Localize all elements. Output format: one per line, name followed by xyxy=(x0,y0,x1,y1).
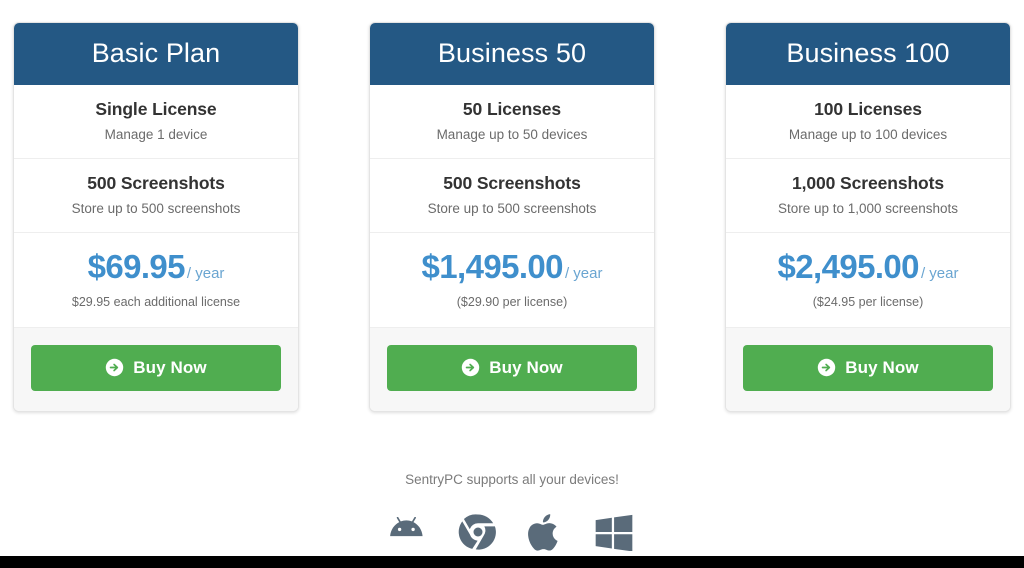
pricing-card-business-50[interactable]: Business 50 50 Licenses Manage up to 50 … xyxy=(369,22,655,412)
plan-footer: Buy Now xyxy=(14,327,298,411)
buy-now-button[interactable]: Buy Now xyxy=(31,344,281,391)
buy-now-button[interactable]: Buy Now xyxy=(387,344,637,391)
licenses-subtitle: Manage up to 100 devices xyxy=(788,126,948,142)
plan-footer: Buy Now xyxy=(726,327,1010,411)
screenshots-subtitle: Store up to 500 screenshots xyxy=(71,200,241,216)
plan-licenses-section: Single License Manage 1 device xyxy=(14,85,298,160)
licenses-subtitle: Manage up to 50 devices xyxy=(436,126,588,142)
price-amount: $69.95 xyxy=(87,248,186,286)
screenshots-subtitle: Store up to 500 screenshots xyxy=(427,200,597,216)
plan-price-section: $2,495.00/ year ($24.95 per license) xyxy=(726,233,1010,328)
plan-price-section: $69.95/ year $29.95 each additional lice… xyxy=(14,233,298,328)
supported-devices-note: SentryPC supports all your devices! xyxy=(405,472,619,487)
pricing-page: Basic Plan Single License Manage 1 devic… xyxy=(0,0,1024,568)
arrow-circle-right-icon xyxy=(817,358,836,377)
chrome-icon xyxy=(455,509,501,555)
android-icon xyxy=(387,509,433,555)
bottom-bar xyxy=(0,556,1024,568)
buy-now-label: Buy Now xyxy=(489,357,563,377)
screenshots-title: 500 Screenshots xyxy=(443,173,581,194)
licenses-subtitle: Manage 1 device xyxy=(104,126,208,142)
screenshots-title: 1,000 Screenshots xyxy=(792,173,944,194)
plan-screenshots-section: 1,000 Screenshots Store up to 1,000 scre… xyxy=(726,159,1010,234)
plan-licenses-section: 100 Licenses Manage up to 100 devices xyxy=(726,85,1010,160)
price-note: $29.95 each additional license xyxy=(71,295,241,310)
plan-title: Basic Plan xyxy=(14,23,298,85)
price-line: $1,495.00/ year xyxy=(378,250,646,283)
price-note: ($24.95 per license) xyxy=(812,295,924,310)
price-line: $2,495.00/ year xyxy=(734,250,1002,283)
price-amount: $1,495.00 xyxy=(421,248,564,286)
screenshots-subtitle: Store up to 1,000 screenshots xyxy=(777,200,959,216)
price-period: / year xyxy=(920,265,959,283)
windows-icon xyxy=(591,509,637,555)
supported-os-icons xyxy=(0,509,1024,555)
licenses-title: 100 Licenses xyxy=(814,99,922,119)
licenses-title: Single License xyxy=(95,99,217,119)
pricing-card-basic-plan[interactable]: Basic Plan Single License Manage 1 devic… xyxy=(13,22,299,412)
buy-now-label: Buy Now xyxy=(845,357,919,377)
price-note: ($29.90 per license) xyxy=(456,295,568,310)
price-amount: $2,495.00 xyxy=(777,248,920,286)
plan-price-section: $1,495.00/ year ($29.90 per license) xyxy=(370,233,654,328)
price-line: $69.95/ year xyxy=(22,250,290,283)
plan-screenshots-section: 500 Screenshots Store up to 500 screensh… xyxy=(14,159,298,234)
plan-title: Business 100 xyxy=(726,23,1010,85)
screenshots-title: 500 Screenshots xyxy=(87,173,225,194)
pricing-card-business-100[interactable]: Business 100 100 Licenses Manage up to 1… xyxy=(725,22,1011,412)
licenses-title: 50 Licenses xyxy=(462,99,562,119)
buy-now-label: Buy Now xyxy=(133,357,207,377)
price-period: / year xyxy=(564,265,603,283)
plan-licenses-section: 50 Licenses Manage up to 50 devices xyxy=(370,85,654,160)
plan-screenshots-section: 500 Screenshots Store up to 500 screensh… xyxy=(370,159,654,234)
pricing-plans-row: Basic Plan Single License Manage 1 devic… xyxy=(0,22,1024,412)
apple-icon xyxy=(523,509,569,555)
buy-now-button[interactable]: Buy Now xyxy=(743,344,993,391)
plan-footer: Buy Now xyxy=(370,327,654,411)
plan-title: Business 50 xyxy=(370,23,654,85)
arrow-circle-right-icon xyxy=(105,358,124,377)
price-period: / year xyxy=(186,265,225,283)
arrow-circle-right-icon xyxy=(461,358,480,377)
